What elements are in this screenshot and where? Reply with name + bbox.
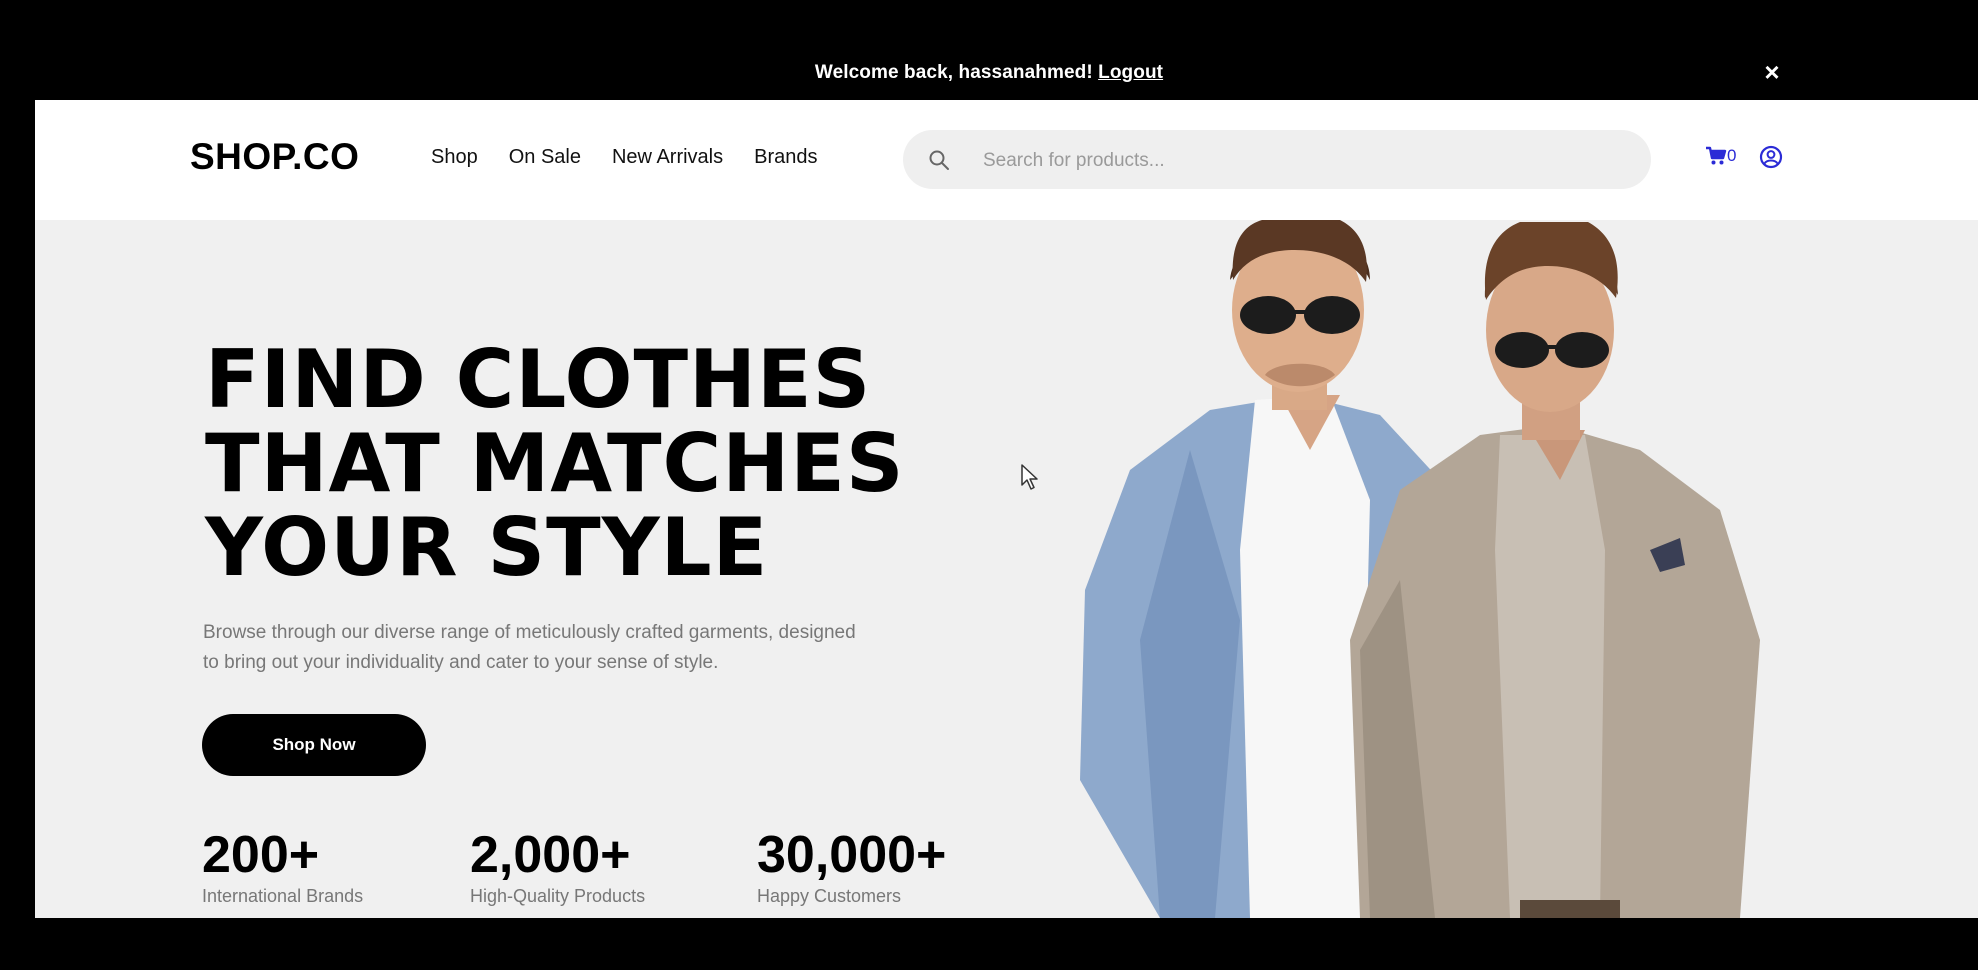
- cart-count: 0: [1727, 146, 1737, 165]
- hero-models-image: [1080, 220, 1760, 918]
- close-icon[interactable]: ×: [1758, 58, 1786, 86]
- stat-label: High-Quality Products: [470, 886, 646, 906]
- welcome-text: Welcome back, hassanahmed!: [814, 62, 1093, 83]
- main-nav: Shop On Sale New Arrivals Brands: [431, 146, 818, 169]
- stat-value: 30,000+: [757, 826, 947, 884]
- stat-value: 2,000+: [470, 826, 631, 884]
- stat-products: 2,000+ High-Quality Products: [470, 826, 645, 907]
- hero-headline: FIND CLOTHES THAT MATCHES YOUR STYLE: [205, 338, 904, 590]
- description-line: to bring out your individuality and cate…: [203, 652, 719, 673]
- nav-brands[interactable]: Brands: [754, 146, 817, 169]
- stat-label: Happy Customers: [757, 886, 902, 906]
- headline-line: FIND CLOTHES: [205, 333, 872, 426]
- site-frame: SHOP.CO Shop On Sale New Arrivals Brands…: [35, 100, 1978, 918]
- model-right: [1350, 222, 1760, 918]
- description-line: Browse through our diverse range of meti…: [203, 622, 856, 643]
- stat-label: International Brands: [202, 886, 364, 906]
- hero-description: Browse through our diverse range of meti…: [203, 618, 943, 678]
- user-icon[interactable]: [1758, 144, 1784, 170]
- search-bar: [903, 130, 1651, 191]
- stat-brands: 200+ International Brands: [202, 826, 363, 907]
- nav-new-arrivals[interactable]: New Arrivals: [612, 146, 723, 169]
- shop-now-button[interactable]: Shop Now: [202, 714, 426, 776]
- cart-button[interactable]: 0: [1705, 146, 1736, 166]
- headline-line: YOUR STYLE: [205, 501, 769, 594]
- headline-line: THAT MATCHES: [205, 417, 905, 510]
- welcome-message: Welcome back, hassanahmed! Logout: [0, 62, 1978, 84]
- search-icon[interactable]: [927, 148, 951, 172]
- nav-on-sale[interactable]: On Sale: [509, 146, 581, 169]
- cart-icon: [1706, 146, 1727, 165]
- mouse-cursor-icon: [1021, 464, 1038, 490]
- stat-value: 200+: [202, 826, 320, 884]
- header: SHOP.CO Shop On Sale New Arrivals Brands…: [35, 100, 1978, 220]
- hero-section: FIND CLOTHES THAT MATCHES YOUR STYLE Bro…: [35, 220, 1978, 918]
- search-input[interactable]: [981, 130, 1625, 191]
- logout-link[interactable]: Logout: [1098, 62, 1163, 83]
- announcement-bar: Welcome back, hassanahmed! Logout ×: [0, 0, 1978, 100]
- nav-shop[interactable]: Shop: [431, 146, 478, 169]
- logo[interactable]: SHOP.CO: [190, 136, 359, 178]
- stat-customers: 30,000+ Happy Customers: [757, 826, 946, 907]
